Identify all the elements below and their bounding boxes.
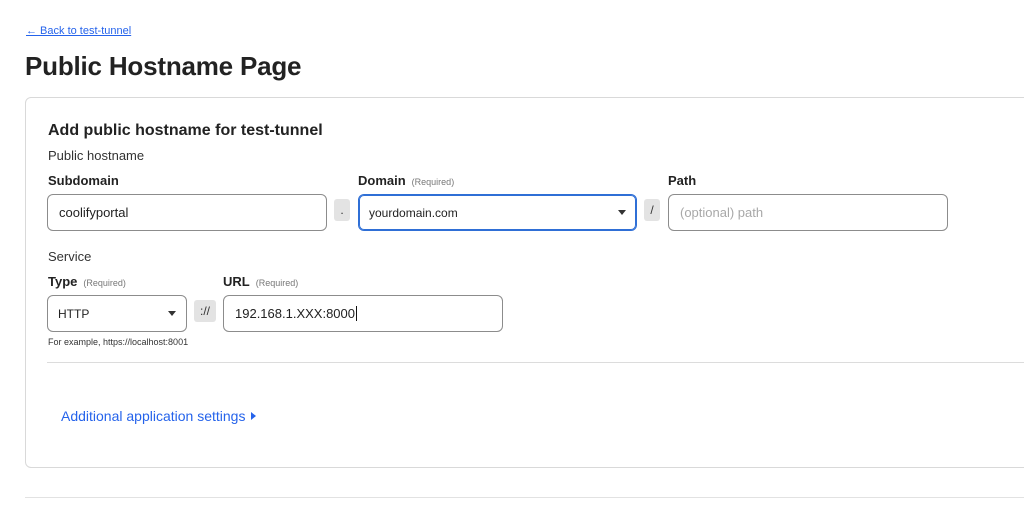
type-selected-value: HTTP: [58, 306, 90, 321]
back-link[interactable]: ← Back to test-tunnel: [26, 25, 131, 37]
chevron-down-icon: [168, 311, 176, 316]
domain-select[interactable]: yourdomain.com: [358, 194, 637, 231]
domain-required-tag: (Required): [411, 177, 455, 187]
domain-label: Domain (Required): [358, 173, 455, 188]
additional-settings-label: Additional application settings: [61, 408, 246, 424]
scheme-separator: ://: [194, 300, 216, 322]
type-select[interactable]: HTTP: [47, 295, 187, 332]
slash-separator: /: [644, 199, 660, 221]
url-value: 192.168.1.XXX:8000: [235, 306, 355, 321]
text-cursor: [356, 306, 357, 321]
url-example-hint: For example, https://localhost:8001: [48, 337, 189, 347]
hostname-form-card: Add public hostname for test-tunnel Publ…: [25, 97, 1024, 468]
form-heading: Add public hostname for test-tunnel: [48, 122, 323, 139]
path-input[interactable]: [668, 194, 948, 231]
subdomain-input[interactable]: [47, 194, 327, 231]
dot-separator: .: [334, 199, 350, 221]
additional-settings-toggle[interactable]: Additional application settings: [61, 408, 257, 424]
url-required-tag: (Required): [255, 278, 299, 288]
section-divider: [47, 362, 1024, 363]
page-divider: [25, 497, 1024, 498]
page-title: Public Hostname Page: [25, 51, 302, 81]
domain-selected-value: yourdomain.com: [369, 205, 458, 220]
type-required-tag: (Required): [83, 278, 126, 288]
url-input[interactable]: 192.168.1.XXX:8000: [223, 295, 503, 332]
chevron-down-icon: [618, 210, 626, 215]
subdomain-label: Subdomain: [48, 173, 119, 188]
path-label: Path: [668, 173, 697, 188]
url-label: URL (Required): [223, 274, 299, 289]
public-hostname-section-label: Public hostname: [48, 148, 145, 163]
service-section-label: Service: [48, 249, 92, 264]
type-label: Type (Required): [48, 274, 126, 289]
caret-right-icon: [251, 412, 257, 420]
